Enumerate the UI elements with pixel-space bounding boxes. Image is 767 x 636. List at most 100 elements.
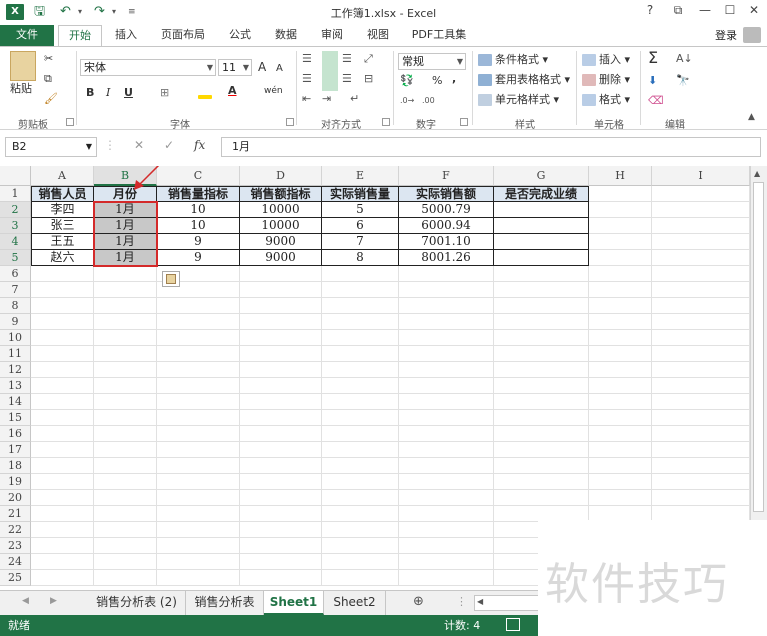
grid-cell[interactable] [31, 298, 94, 314]
grid-cell[interactable] [31, 362, 94, 378]
grid-cell[interactable] [240, 490, 322, 506]
grid-cell[interactable] [589, 218, 652, 234]
grid-cell[interactable] [494, 394, 589, 410]
align-left-icon[interactable]: ☰ [302, 71, 312, 87]
grid-cell[interactable] [399, 426, 494, 442]
table-cell[interactable]: 9000 [240, 234, 322, 250]
grid-cell[interactable] [652, 458, 750, 474]
sheet-tab[interactable]: 销售分析表 (2) [88, 591, 186, 615]
table-cell[interactable] [494, 234, 589, 250]
grid-cell[interactable] [157, 442, 240, 458]
number-format-combo[interactable]: 常规 ▼ [398, 53, 466, 70]
decrease-decimal-icon[interactable]: .00 [422, 93, 435, 109]
insert-function-button[interactable]: fx [194, 138, 205, 152]
sort-filter-icon[interactable]: A↓ [676, 51, 693, 67]
grid-cell[interactable] [322, 410, 399, 426]
grid-cell[interactable] [322, 570, 399, 586]
shrink-font-button[interactable]: A [276, 61, 283, 77]
tab-review[interactable]: 审阅 [312, 25, 352, 46]
grid-cell[interactable] [589, 394, 652, 410]
grid-cell[interactable] [652, 474, 750, 490]
row-header[interactable]: 17 [0, 442, 31, 458]
grid-cell[interactable] [31, 282, 94, 298]
grid-cell[interactable] [589, 186, 652, 202]
grid-cell[interactable] [322, 458, 399, 474]
grid-cell[interactable] [31, 474, 94, 490]
grid-cell[interactable] [494, 490, 589, 506]
column-header[interactable]: F [399, 166, 494, 186]
tab-home[interactable]: 开始 [58, 25, 102, 46]
grid-cell[interactable] [322, 506, 399, 522]
align-top-icon[interactable]: ☰ [302, 51, 312, 67]
merge-center-icon[interactable]: ⊟ [364, 71, 373, 87]
grid-cell[interactable] [399, 490, 494, 506]
grid-cell[interactable] [399, 522, 494, 538]
grid-cell[interactable] [240, 378, 322, 394]
grid-cell[interactable] [240, 410, 322, 426]
sheet-tab-active[interactable]: Sheet1 [264, 591, 324, 615]
column-header[interactable]: A [31, 166, 94, 186]
grid-cell[interactable] [494, 474, 589, 490]
grid-cell[interactable] [652, 394, 750, 410]
grid-cell[interactable] [157, 458, 240, 474]
orientation-icon[interactable]: ⤢ [364, 51, 373, 67]
table-cell[interactable]: 5 [322, 202, 399, 218]
grid-cell[interactable] [240, 298, 322, 314]
grid-cell[interactable] [589, 282, 652, 298]
comma-button[interactable]: , [452, 71, 456, 87]
table-cell[interactable]: 10 [157, 202, 240, 218]
find-select-icon[interactable]: 🔭 [676, 73, 690, 89]
grid-cell[interactable] [157, 474, 240, 490]
ribbon-display-button[interactable]: ⧉ [668, 3, 688, 18]
table-cell[interactable]: 王五 [31, 234, 94, 250]
table-cell[interactable]: 10 [157, 218, 240, 234]
grid-cell[interactable] [494, 426, 589, 442]
row-header[interactable]: 23 [0, 538, 31, 554]
collapse-ribbon-icon[interactable]: ▲ [748, 109, 755, 125]
grid-cell[interactable] [589, 458, 652, 474]
table-cell[interactable]: 8 [322, 250, 399, 266]
grid-cell[interactable] [240, 474, 322, 490]
number-launcher-icon[interactable] [460, 118, 468, 126]
grid-cell[interactable] [31, 378, 94, 394]
table-cell[interactable]: 6 [322, 218, 399, 234]
phonetic-button[interactable]: wén [264, 83, 283, 99]
currency-icon[interactable]: 💱 [400, 73, 414, 89]
login-link[interactable]: 登录 [715, 27, 737, 43]
grid-cell[interactable] [399, 442, 494, 458]
wrap-text-icon[interactable]: ↵ [350, 91, 359, 107]
row-header[interactable]: 7 [0, 282, 31, 298]
row-header[interactable]: 20 [0, 490, 31, 506]
column-header[interactable]: E [322, 166, 399, 186]
grid-cell[interactable] [322, 442, 399, 458]
grid-cell[interactable] [240, 426, 322, 442]
grid-cell[interactable] [652, 298, 750, 314]
table-header-cell[interactable]: 销售额指标 [240, 186, 322, 202]
grid-cell[interactable] [322, 298, 399, 314]
grid-cell[interactable] [494, 458, 589, 474]
grid-cell[interactable] [652, 234, 750, 250]
table-cell[interactable]: 10000 [240, 202, 322, 218]
grow-font-button[interactable]: A [258, 59, 266, 75]
table-cell[interactable]: 7 [322, 234, 399, 250]
grid-cell[interactable] [652, 426, 750, 442]
grid-cell[interactable] [322, 474, 399, 490]
conditional-format-button[interactable]: 条件格式 ▾ [478, 52, 548, 68]
table-cell[interactable]: 6000.94 [399, 218, 494, 234]
table-header-cell[interactable]: 是否完成业绩 [494, 186, 589, 202]
grid-cell[interactable] [94, 362, 157, 378]
delete-cells-button[interactable]: 删除 ▾ [582, 72, 630, 88]
tab-insert[interactable]: 插入 [106, 25, 146, 46]
grid-cell[interactable] [399, 554, 494, 570]
font-color-icon[interactable]: A [228, 83, 237, 99]
grid-cell[interactable] [31, 538, 94, 554]
row-header[interactable]: 25 [0, 570, 31, 586]
grid-cell[interactable] [652, 362, 750, 378]
row-header[interactable]: 13 [0, 378, 31, 394]
grid-cell[interactable] [589, 362, 652, 378]
grid-cell[interactable] [31, 314, 94, 330]
formula-input[interactable]: 1月 [221, 137, 761, 157]
row-header[interactable]: 16 [0, 426, 31, 442]
table-cell[interactable] [494, 202, 589, 218]
cut-icon[interactable]: ✂ [44, 51, 53, 67]
